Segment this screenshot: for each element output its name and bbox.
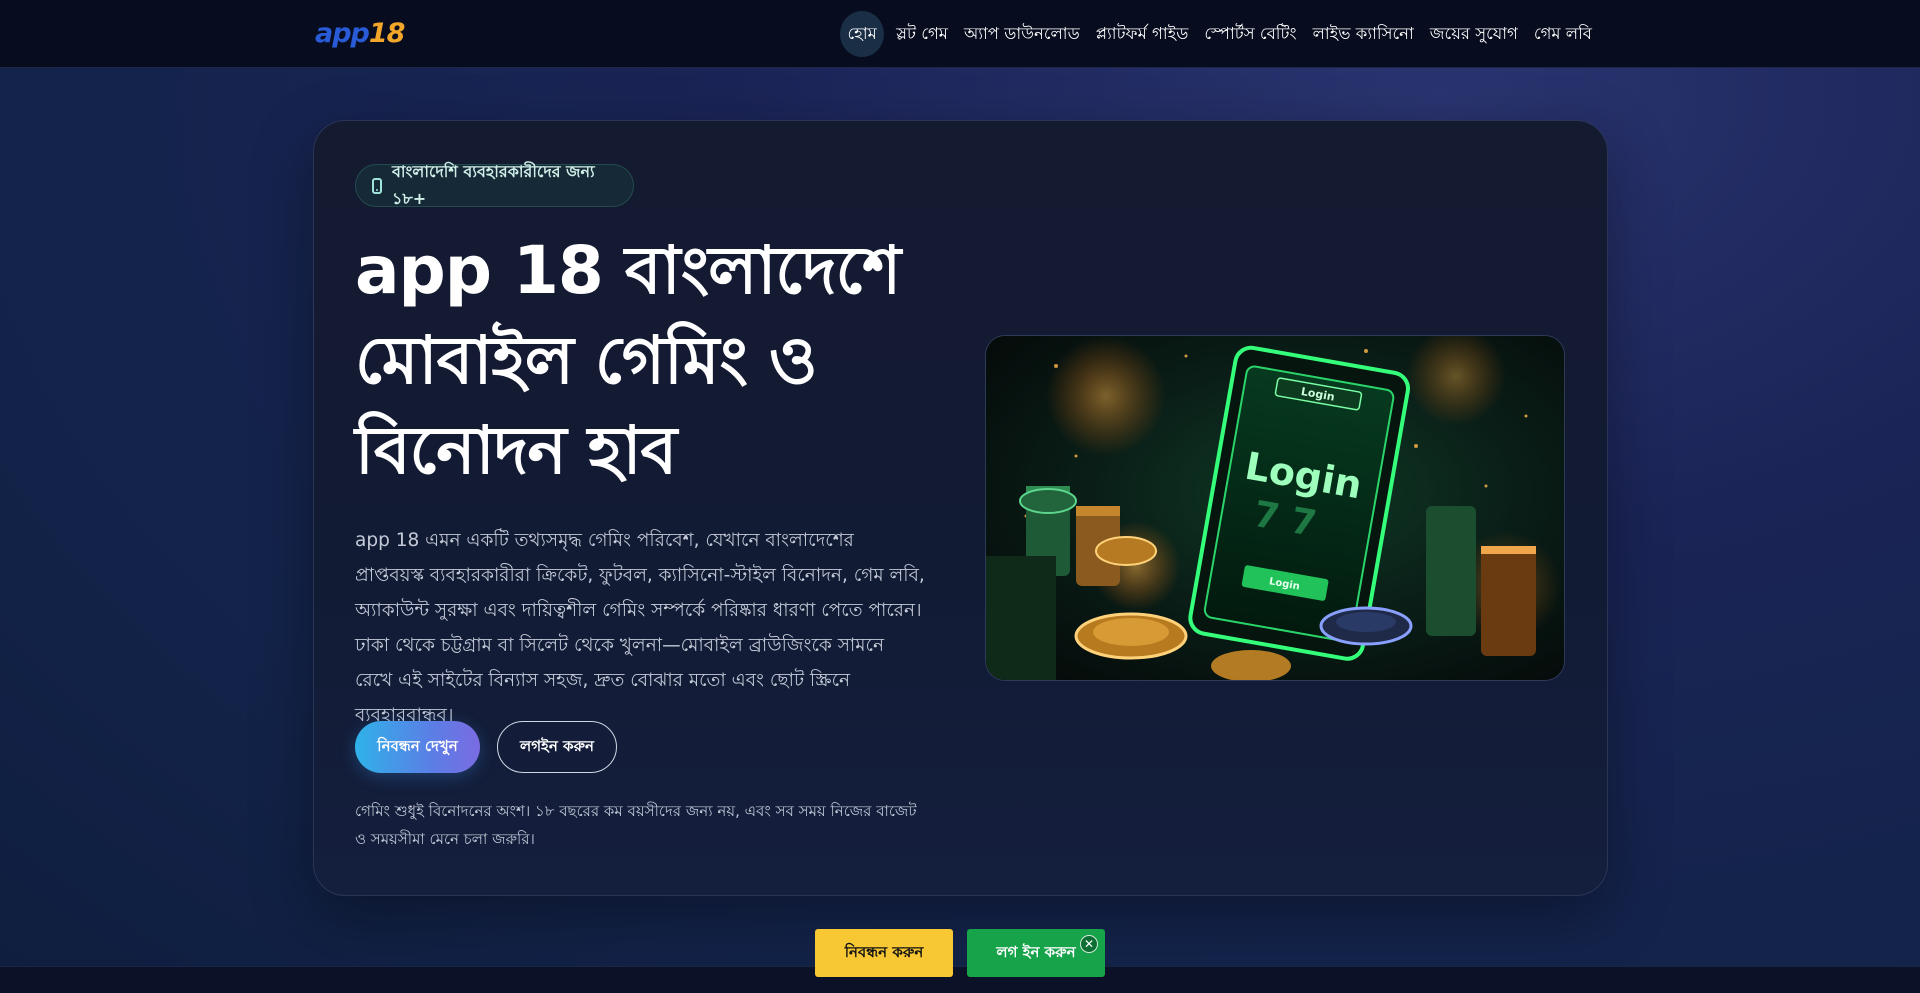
nav-item-live-casino[interactable]: লাইভ ক্যাসিনো (1305, 11, 1422, 57)
nav-item-home[interactable]: হোম (840, 11, 885, 57)
site-logo[interactable]: app18 (315, 18, 406, 50)
hero-image-casino-phone: Login Login 7 7 Login (985, 335, 1565, 681)
nav-item-game-lobby[interactable]: গেম লবি (1526, 11, 1600, 57)
age-badge-label: বাংলাদেশি ব্যবহারকারীদের জন্য ১৮+ (391, 161, 595, 208)
bottom-sticky-bar (0, 966, 1920, 993)
nav-item-platform-guide[interactable]: প্ল্যাটফর্ম গাইড (1088, 11, 1197, 57)
close-icon[interactable]: ✕ (1080, 935, 1098, 953)
logo-text-18: 18 (368, 18, 406, 49)
hero-title: app 18 বাংলাদেশে মোবাইল গেমিং ও বিনোদন হ… (355, 232, 901, 489)
phone-icon (372, 177, 382, 194)
logo-text-app: app (315, 18, 370, 49)
nav-item-winning-chances[interactable]: জয়ের সুযোগ (1422, 11, 1526, 57)
nav-item-sports-betting[interactable]: স্পোর্টস বেটিং (1196, 11, 1304, 57)
nav-item-slots[interactable]: স্লট গেম (888, 11, 956, 57)
sticky-register-button[interactable]: নিবন্ধন করুন (815, 929, 953, 977)
hero-description: app 18 এমন একটি তথ্যসমৃদ্ধ গেমিং পরিবেশ,… (355, 530, 925, 726)
login-button[interactable]: লগইন করুন (497, 721, 617, 773)
responsible-gaming-note: গেমিং শুধুই বিনোদনের অংশ। ১৮ বছরের কম বয… (355, 802, 917, 848)
nav-item-app-download[interactable]: অ্যাপ ডাউনলোড (956, 11, 1088, 57)
hero-card: বাংলাদেশি ব্যবহারকারীদের জন্য ১৮+ app 18… (313, 120, 1608, 896)
view-registration-button[interactable]: নিবন্ধন দেখুন (355, 721, 480, 773)
age-badge: বাংলাদেশি ব্যবহারকারীদের জন্য ১৮+ (355, 162, 634, 208)
top-navbar: app18 হোম স্লট গেম অ্যাপ ডাউনলোড প্ল্যাট… (0, 0, 1920, 68)
main-nav: হোম স্লট গেম অ্যাপ ডাউনলোড প্ল্যাটফর্ম গ… (840, 10, 1600, 58)
